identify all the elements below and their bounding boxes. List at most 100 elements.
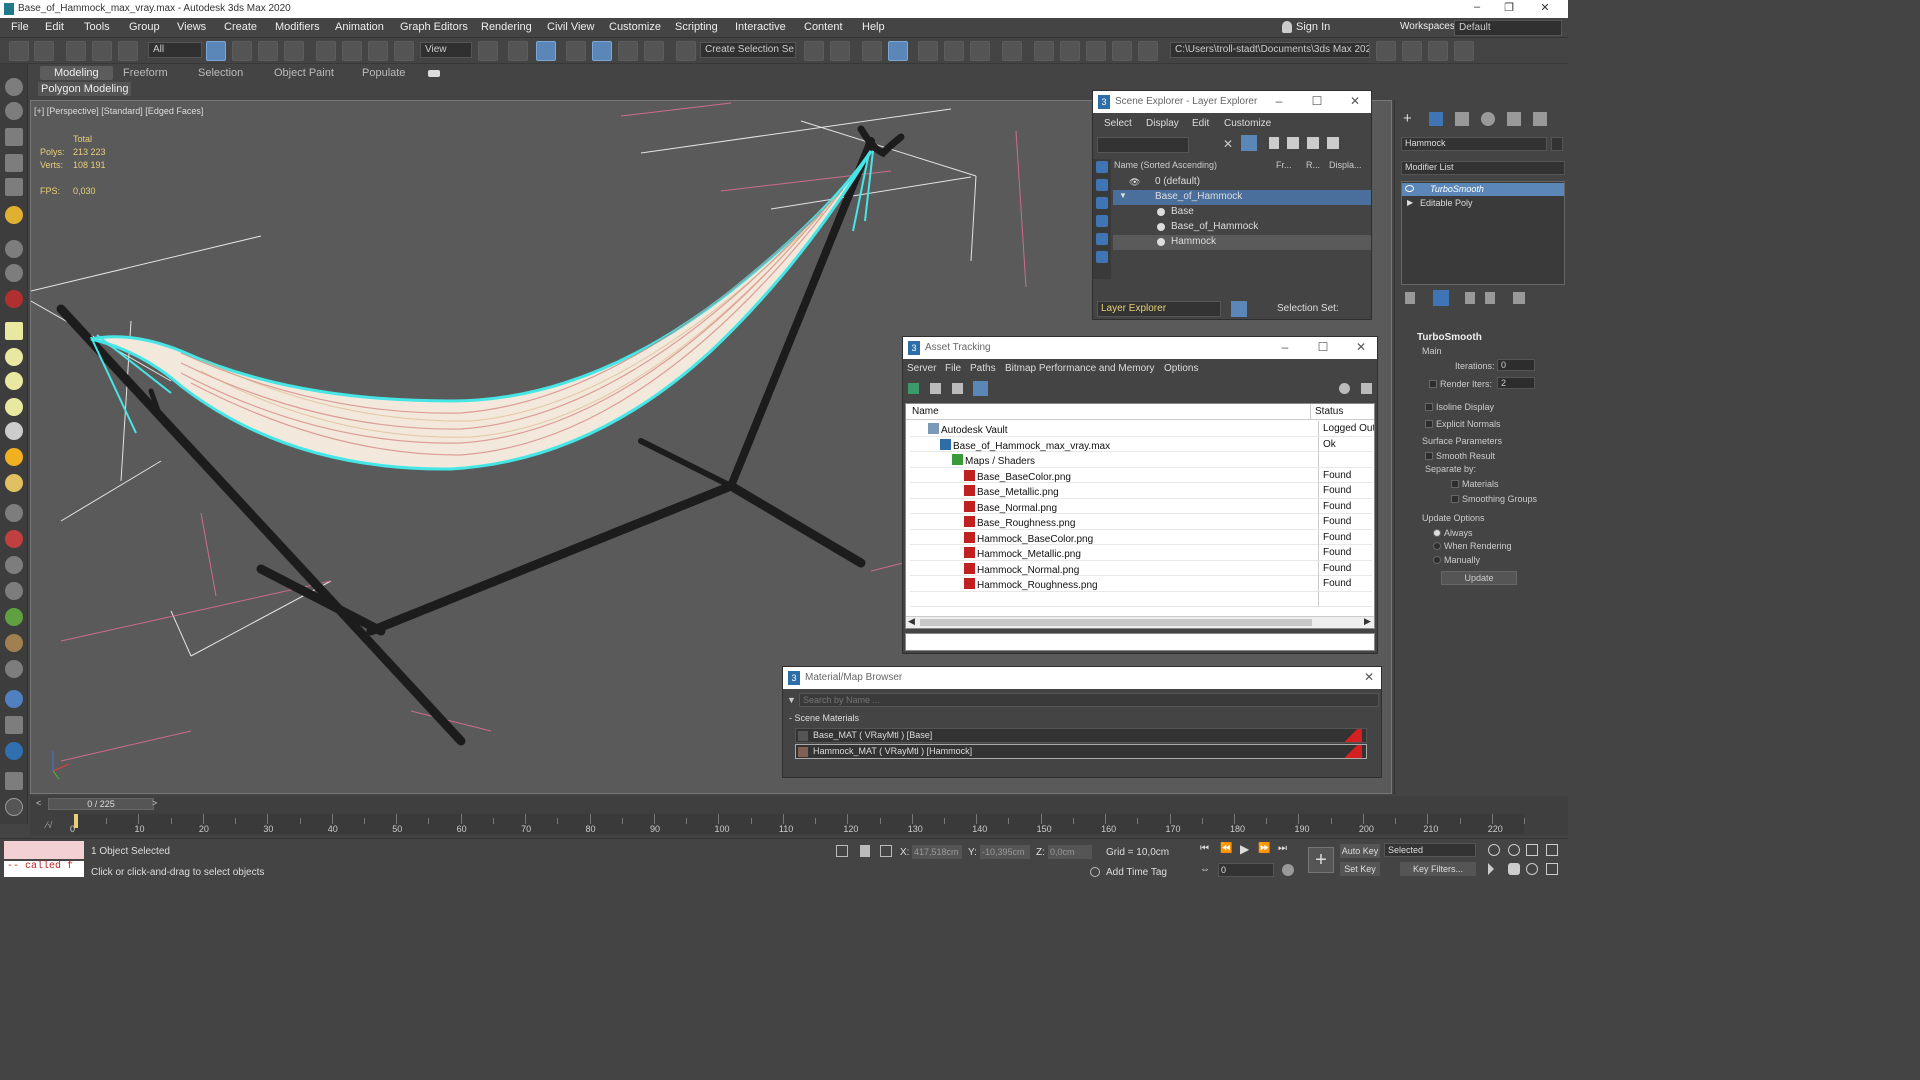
col-render[interactable]: R... xyxy=(1306,160,1320,170)
named-selection-dropdown[interactable]: Create Selection Se xyxy=(700,42,796,58)
cylinder-icon[interactable] xyxy=(5,398,23,416)
col-status[interactable]: Status xyxy=(1310,404,1343,420)
scale-icon[interactable] xyxy=(368,41,388,61)
make-unique-icon[interactable] xyxy=(1465,292,1475,304)
particles-icon[interactable] xyxy=(5,290,23,308)
menu-paths[interactable]: Paths xyxy=(970,363,996,374)
scroll-left-icon[interactable]: ◀ xyxy=(908,616,915,627)
minimize-button[interactable]: – xyxy=(1269,94,1289,108)
motion-tab-icon[interactable] xyxy=(1481,112,1495,126)
tab-freeform[interactable]: Freeform xyxy=(123,67,168,79)
grid-icon[interactable] xyxy=(5,178,23,196)
mirror-icon[interactable] xyxy=(804,41,824,61)
render-frame-icon[interactable] xyxy=(5,716,23,734)
plane-icon[interactable] xyxy=(5,322,23,340)
sun-icon[interactable] xyxy=(5,448,23,466)
menu-file[interactable]: File xyxy=(11,21,29,33)
go-to-start-icon[interactable]: ⏮ xyxy=(1200,843,1209,854)
window-crossing-icon[interactable] xyxy=(284,41,304,61)
menu-rendering[interactable]: Rendering xyxy=(481,21,532,33)
scroll-thumb[interactable] xyxy=(920,619,1312,626)
render-iterative-icon[interactable] xyxy=(1112,41,1132,61)
settings-gear-icon[interactable] xyxy=(5,582,23,600)
field-of-view-icon[interactable] xyxy=(1488,863,1500,875)
next-key-icon[interactable]: ⏩ xyxy=(1258,843,1270,854)
iterations-spinner[interactable]: 0 xyxy=(1497,359,1535,371)
project-path-dropdown[interactable]: C:\Users\troll-stadt\Documents\3ds Max 2… xyxy=(1170,42,1370,58)
render-iters-spinner[interactable]: 2 xyxy=(1497,377,1535,389)
polygon-modeling-panel[interactable]: Polygon Modeling xyxy=(38,82,132,96)
display-lights-icon[interactable] xyxy=(1096,197,1108,209)
angle-snap-icon[interactable] xyxy=(592,41,612,61)
minimize-button[interactable]: – xyxy=(1462,1,1492,13)
time-tag-icon[interactable] xyxy=(1090,867,1100,877)
plant-icon[interactable] xyxy=(5,608,23,626)
checkbox[interactable] xyxy=(1425,403,1433,411)
project-settings-icon[interactable] xyxy=(1454,41,1474,61)
isoline-checkbox[interactable]: Isoline Display xyxy=(1425,402,1494,412)
dynamics-icon[interactable] xyxy=(5,504,23,522)
spline-icon[interactable] xyxy=(5,240,23,258)
horizontal-scrollbar[interactable]: ◀ ▶ xyxy=(906,616,1374,628)
set-key-button[interactable]: Set Key xyxy=(1340,862,1380,876)
menu-content[interactable]: Content xyxy=(804,21,843,33)
curve-editor-icon[interactable] xyxy=(944,41,964,61)
object-list-icon[interactable] xyxy=(5,154,23,172)
menu-bitmap-performance[interactable]: Bitmap Performance and Memory xyxy=(1005,363,1155,374)
placement-icon[interactable] xyxy=(394,41,414,61)
smooth-result-checkbox[interactable]: Smooth Result xyxy=(1425,451,1495,461)
hierarchy-tab-icon[interactable] xyxy=(1455,112,1469,126)
prev-frame-icon[interactable]: < xyxy=(36,798,41,808)
radio[interactable] xyxy=(1433,542,1441,550)
selection-lock-icon[interactable] xyxy=(836,845,848,857)
cone-icon[interactable] xyxy=(5,422,23,440)
orbit-icon[interactable] xyxy=(1526,863,1538,875)
asset-row[interactable]: Maps / Shaders xyxy=(910,452,1372,468)
manually-radio[interactable]: Manually xyxy=(1433,555,1480,565)
asset-row[interactable]: Base_Normal.png Found xyxy=(910,498,1372,514)
keyboard-shortcut-icon[interactable] xyxy=(536,41,556,61)
rectangular-selection-icon[interactable] xyxy=(258,41,278,61)
spinner-snap-icon[interactable] xyxy=(644,41,664,61)
menu-interactive[interactable]: Interactive xyxy=(735,21,786,33)
cloud-icon[interactable] xyxy=(5,102,23,120)
checkbox[interactable] xyxy=(1451,495,1459,503)
maxscript-output[interactable]: -- called f xyxy=(4,861,84,877)
unlink-icon[interactable] xyxy=(92,41,112,61)
absolute-mode-icon[interactable] xyxy=(880,845,892,857)
object-row-base[interactable]: Base xyxy=(1113,205,1371,220)
eye-icon[interactable] xyxy=(1405,185,1414,192)
asset-row[interactable]: Hammock_BaseColor.png Found xyxy=(910,529,1372,545)
play-icon[interactable]: ▶ xyxy=(1240,842,1249,856)
animal-icon[interactable] xyxy=(5,634,23,652)
minimize-button[interactable]: – xyxy=(1275,340,1295,354)
asset-row[interactable]: Base_BaseColor.png Found xyxy=(910,467,1372,483)
key-selection-dropdown[interactable]: Selected xyxy=(1384,843,1476,857)
scene-materials-group[interactable]: - Scene Materials xyxy=(789,713,859,723)
material-item-hammock[interactable]: Hammock_MAT ( VRayMtl ) [Hammock] xyxy=(795,744,1367,759)
material-item-base[interactable]: Base_MAT ( VRayMtl ) [Base] xyxy=(795,728,1367,743)
list-view-icon[interactable] xyxy=(930,383,941,394)
menu-create[interactable]: Create xyxy=(224,21,257,33)
asset-row[interactable]: Base_Roughness.png Found xyxy=(910,514,1372,530)
y-field[interactable]: -10,395cm xyxy=(980,845,1030,859)
object-row-base-of-hammock[interactable]: Base_of_Hammock xyxy=(1113,220,1371,235)
maximize-button[interactable]: ☐ xyxy=(1313,340,1333,354)
menu-server[interactable]: Server xyxy=(907,363,936,374)
create-tab-icon[interactable]: + xyxy=(1403,110,1412,127)
menu-group[interactable]: Group xyxy=(129,21,160,33)
help-icon[interactable] xyxy=(5,798,23,816)
timeline-ruler[interactable]: 0 10 20 30 40 50 60 70 80 90 100 110 120 130 140 150 160… xyxy=(70,814,1525,834)
object-row-hammock[interactable]: Hammock xyxy=(1113,235,1371,250)
always-radio[interactable]: Always xyxy=(1433,528,1473,538)
checkbox[interactable] xyxy=(1425,452,1433,460)
zoom-icon[interactable] xyxy=(1488,844,1500,856)
menu-select[interactable]: Select xyxy=(1104,118,1132,129)
next-frame-icon[interactable]: > xyxy=(152,798,157,808)
checkbox[interactable] xyxy=(1451,480,1459,488)
menu-animation[interactable]: Animation xyxy=(335,21,384,33)
stack-item-editable-poly[interactable]: ▶ Editable Poly xyxy=(1402,197,1564,210)
selection-filter-dropdown[interactable]: All xyxy=(148,42,202,58)
material-browser-titlebar[interactable]: 3 Material/Map Browser ✕ xyxy=(783,667,1381,689)
environment-icon[interactable] xyxy=(5,742,23,760)
